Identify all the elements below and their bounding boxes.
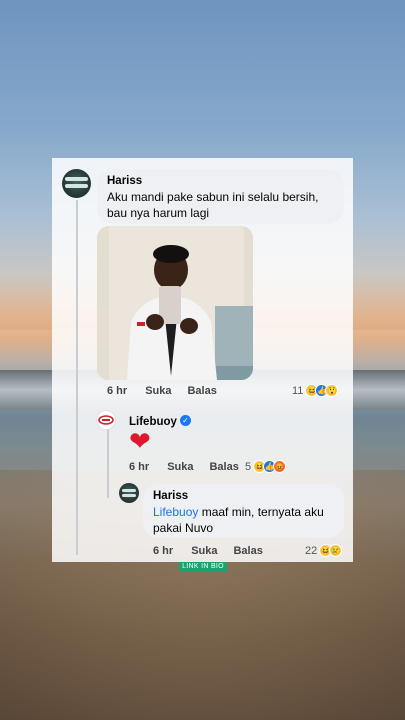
reaction-summary[interactable]: 22 😆 😢: [305, 544, 343, 557]
like-button[interactable]: Suka: [145, 385, 171, 397]
reply-actions: 6 hr Suka Balas: [153, 545, 263, 557]
reply-text: Lifebuoy maaf min, ternyata aku pakai Nu…: [153, 504, 334, 536]
like-button[interactable]: Suka: [191, 545, 217, 557]
avatar-hariss[interactable]: [62, 169, 91, 198]
wow-reaction-icon: 😲: [325, 384, 339, 397]
reaction-count: 22: [305, 544, 318, 557]
reaction-summary[interactable]: 11 😆 👍 😲: [292, 384, 339, 397]
reply-time: 6 hr: [129, 461, 150, 473]
verified-badge-icon: ✓: [179, 415, 191, 427]
reply-actions: 6 hr Suka Balas: [129, 461, 239, 473]
comment-author[interactable]: Hariss: [107, 175, 334, 187]
comment-bubble: Hariss Aku mandi pake sabun ini selalu b…: [97, 169, 344, 224]
reply-bubble: Hariss Lifebuoy maaf min, ternyata aku p…: [143, 484, 344, 538]
reaction-summary[interactable]: 5 😆 👍 😡: [245, 460, 287, 473]
angry-reaction-icon: 😡: [273, 460, 287, 473]
link-in-bio-label[interactable]: LINK IN BIO: [179, 562, 227, 572]
like-button[interactable]: Suka: [167, 461, 193, 473]
reply-button[interactable]: Balas: [209, 461, 238, 473]
heart-emoji: ❤: [129, 426, 151, 456]
comment-text: Aku mandi pake sabun ini selalu bersih, …: [107, 190, 319, 220]
reply-time: 6 hr: [153, 545, 174, 557]
mention-link[interactable]: Lifebuoy: [153, 505, 198, 519]
reply-button[interactable]: Balas: [233, 545, 262, 557]
reaction-count: 11: [292, 384, 304, 397]
reply-author[interactable]: Hariss: [153, 490, 334, 502]
sad-reaction-icon: 😢: [329, 544, 343, 557]
reply-button[interactable]: Balas: [187, 385, 216, 397]
comment-photo[interactable]: [97, 226, 253, 380]
lifebuoy-logo-icon: [98, 415, 114, 425]
avatar-hariss[interactable]: [119, 483, 139, 503]
comment-time: 6 hr: [107, 385, 128, 397]
comment-actions: 6 hr Suka Balas: [107, 385, 217, 397]
avatar-lifebuoy[interactable]: [96, 410, 116, 430]
reaction-count: 5: [245, 460, 252, 473]
photo-selfie: [97, 226, 253, 380]
thread-line: [76, 200, 78, 555]
reply-thread-line: [107, 428, 109, 498]
comment-thread-card: Hariss Aku mandi pake sabun ini selalu b…: [52, 158, 353, 562]
